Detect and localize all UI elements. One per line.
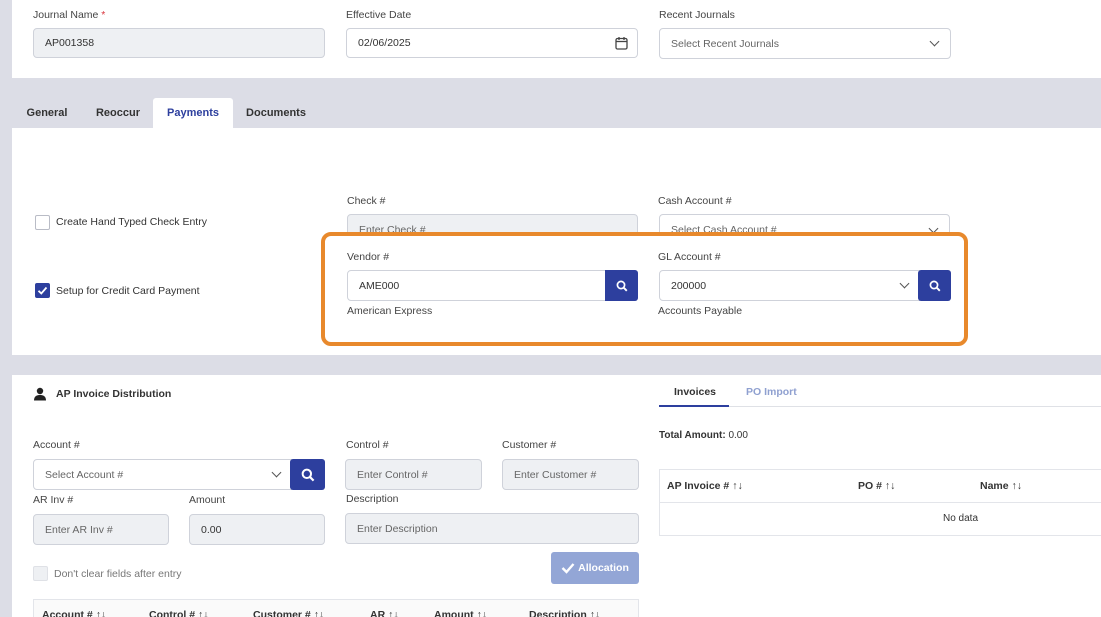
account-select[interactable]: Select Account # <box>33 459 292 490</box>
col-po[interactable]: PO # ↑↓ <box>858 480 895 492</box>
effective-date-field[interactable]: 02/06/2025 <box>346 28 638 58</box>
col-control[interactable]: Control # ↑↓ <box>149 609 209 617</box>
col-account[interactable]: Account # ↑↓ <box>42 609 106 617</box>
journal-name-label: Journal Name * <box>33 9 106 21</box>
vendor-value: AME000 <box>359 279 400 292</box>
tab-payments[interactable]: Payments <box>153 98 233 128</box>
chevron-down-icon <box>271 467 282 478</box>
empty-state-text: No data <box>943 513 979 524</box>
amount-label: Amount <box>189 494 226 506</box>
control-label: Control # <box>346 439 389 451</box>
dont-clear-label: Don't clear fields after entry <box>54 568 182 580</box>
search-icon <box>301 468 314 481</box>
effective-date-label: Effective Date <box>346 9 412 21</box>
tab-documents[interactable]: Documents <box>243 98 309 128</box>
tab-general[interactable]: General <box>22 98 72 128</box>
journal-name-value: AP001358 <box>45 37 95 49</box>
vendor-search-button[interactable] <box>605 270 638 301</box>
control-input[interactable]: Enter Control # <box>345 459 482 490</box>
vendor-input[interactable]: AME000 <box>347 270 607 301</box>
description-label: Description <box>346 493 399 505</box>
col-ap-invoice[interactable]: AP Invoice # ↑↓ <box>667 480 743 492</box>
amount-input[interactable]: 0.00 <box>189 514 325 545</box>
account-label: Account # <box>33 439 80 451</box>
search-icon <box>929 280 940 291</box>
tab-reoccur[interactable]: Reoccur <box>92 98 144 128</box>
checkmark-icon <box>561 563 575 574</box>
gl-account-select[interactable]: 200000 <box>659 270 920 301</box>
description-input[interactable]: Enter Description <box>345 513 639 544</box>
total-amount: Total Amount: 0.00 <box>659 430 748 441</box>
credit-card-checkbox[interactable] <box>35 283 50 298</box>
ar-inv-label: AR Inv # <box>33 494 74 506</box>
hand-check-checkbox[interactable] <box>35 215 50 230</box>
col-description[interactable]: Description ↑↓ <box>529 609 600 617</box>
vendor-name: American Express <box>347 305 433 317</box>
gl-account-label: GL Account # <box>658 251 721 263</box>
account-search-button[interactable] <box>290 459 325 490</box>
tab-invoices[interactable]: Invoices <box>674 386 716 398</box>
checkmark-icon <box>37 286 48 295</box>
tab-po-import[interactable]: PO Import <box>746 386 797 398</box>
col-amount[interactable]: Amount ↑↓ <box>434 609 487 617</box>
col-name[interactable]: Name ↑↓ <box>980 480 1022 492</box>
gl-account-search-button[interactable] <box>918 270 951 301</box>
distribution-title: AP Invoice Distribution <box>56 388 172 400</box>
recent-journals-select[interactable]: Select Recent Journals <box>659 28 951 59</box>
ar-inv-input[interactable]: Enter AR Inv # <box>33 514 169 545</box>
customer-input[interactable]: Enter Customer # <box>502 459 639 490</box>
hand-check-label: Create Hand Typed Check Entry <box>56 216 207 228</box>
effective-date-value: 02/06/2025 <box>358 37 411 49</box>
col-customer[interactable]: Customer # ↑↓ <box>253 609 324 617</box>
gl-account-name: Accounts Payable <box>658 305 743 317</box>
cash-account-label: Cash Account # <box>658 195 732 207</box>
credit-card-label: Setup for Credit Card Payment <box>56 285 200 297</box>
calendar-icon[interactable] <box>615 36 628 53</box>
gl-account-value: 200000 <box>671 279 707 292</box>
check-label: Check # <box>347 195 386 207</box>
recent-journals-label: Recent Journals <box>659 9 735 21</box>
chevron-down-icon <box>929 36 940 47</box>
user-icon <box>33 387 47 404</box>
journal-name-field[interactable]: AP001358 <box>33 28 325 58</box>
invoices-table-header-divider <box>659 502 1101 503</box>
col-ar[interactable]: AR ↑↓ <box>370 609 399 617</box>
allocation-button[interactable]: Allocation <box>551 552 639 584</box>
dont-clear-checkbox[interactable] <box>33 566 48 581</box>
invoices-tab-active-bar <box>659 405 729 407</box>
recent-journals-placeholder: Select Recent Journals <box>671 37 779 50</box>
customer-label: Customer # <box>502 439 557 451</box>
chevron-down-icon <box>899 278 910 289</box>
vendor-label: Vendor # <box>347 251 390 263</box>
search-icon <box>616 280 627 291</box>
